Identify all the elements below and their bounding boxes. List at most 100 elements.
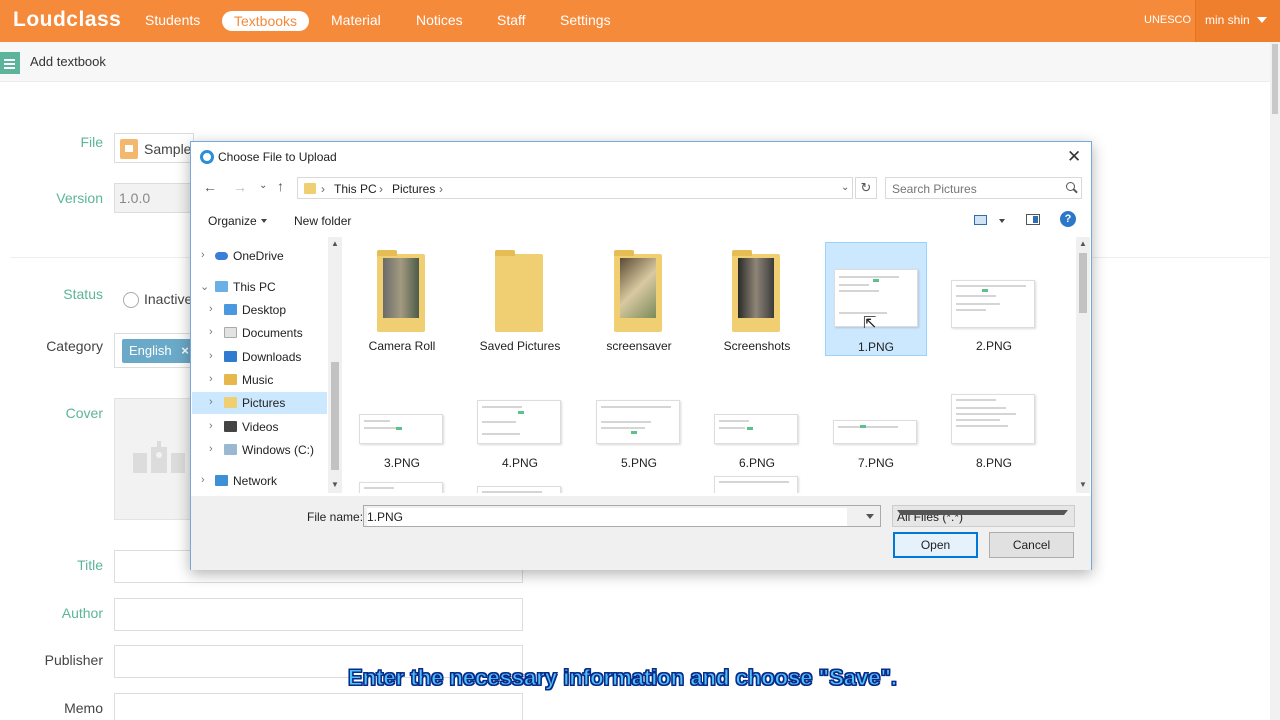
file-name-input[interactable] <box>367 508 847 526</box>
file-name-field[interactable] <box>363 505 881 527</box>
memo-field[interactable] <box>114 693 523 720</box>
nav-label: Documents <box>242 326 303 340</box>
chevron-right-icon[interactable]: › <box>209 396 213 408</box>
file-item[interactable]: 3.PNG <box>351 382 453 493</box>
chevron-right-icon[interactable]: › <box>209 373 213 385</box>
search-input[interactable] <box>892 180 1062 198</box>
refresh-icon[interactable]: ↻ <box>855 177 877 199</box>
path-this-pc[interactable]: This PC <box>334 182 377 196</box>
chevron-right-icon[interactable]: › <box>209 420 213 432</box>
nav-settings[interactable]: Settings <box>560 12 611 28</box>
file-item[interactable]: Camera Roll <box>351 242 453 356</box>
chevron-right-icon[interactable]: › <box>209 350 213 362</box>
file-item[interactable]: Screenshots <box>706 242 808 356</box>
file-list-scrollbar[interactable]: ▲ ▼ <box>1076 237 1090 493</box>
address-bar[interactable]: › This PC › Pictures › ⌄ <box>297 177 853 199</box>
folder-icon <box>614 250 662 332</box>
view-options-icon[interactable] <box>974 215 987 225</box>
file-item[interactable]: 4.PNG <box>469 382 571 493</box>
nav-label: OneDrive <box>233 249 284 263</box>
app-logo[interactable]: Loudclass <box>13 8 121 32</box>
address-dropdown-icon[interactable]: ⌄ <box>841 182 849 193</box>
tag-remove-icon[interactable]: × <box>181 343 189 358</box>
recent-locations-icon[interactable]: ⌄ <box>259 180 267 191</box>
file-item[interactable]: screensaver <box>588 242 690 356</box>
organize-label: Organize <box>208 214 257 228</box>
nav-pane-scrollbar[interactable]: ▲ ▼ <box>328 237 342 493</box>
nav-students[interactable]: Students <box>145 12 200 28</box>
cover-upload-area[interactable] <box>114 398 194 520</box>
file-item[interactable]: Saved Pictures <box>469 242 571 356</box>
file-item[interactable]: 7.PNG <box>825 382 927 493</box>
image-thumbnail <box>951 394 1035 444</box>
nav-material[interactable]: Material <box>331 12 381 28</box>
chevron-down-icon <box>260 219 267 223</box>
nav-onedrive[interactable]: › OneDrive <box>192 245 327 267</box>
file-item[interactable]: ⇱ 1.PNG <box>825 242 927 356</box>
hamburger-line <box>4 63 15 65</box>
up-arrow-icon[interactable]: ↑ <box>277 178 284 194</box>
author-field[interactable] <box>114 598 523 631</box>
menu-toggle-button[interactable] <box>0 52 20 74</box>
chevron-down-icon[interactable] <box>866 514 874 519</box>
nav-label: Music <box>242 373 274 387</box>
nav-label: This PC <box>233 280 276 294</box>
open-button[interactable]: Open <box>893 532 978 558</box>
status-inactive-radio[interactable] <box>123 292 139 308</box>
version-field[interactable]: 1.0.0 <box>114 183 194 213</box>
back-arrow-icon[interactable]: ← <box>203 179 217 195</box>
nav-desktop[interactable]: › Desktop <box>192 299 327 321</box>
file-field[interactable]: Sample <box>114 133 194 163</box>
scroll-thumb[interactable] <box>331 362 339 470</box>
nav-staff[interactable]: Staff <box>497 12 526 28</box>
nav-documents[interactable]: › Documents <box>192 322 327 344</box>
scroll-up-icon[interactable]: ▲ <box>331 239 339 248</box>
image-thumbnail[interactable] <box>714 476 798 493</box>
image-thumbnail[interactable] <box>477 486 561 493</box>
file-type-select[interactable]: All Files (*.*) <box>892 505 1075 527</box>
video-caption: Enter the necessary information and choo… <box>347 665 898 691</box>
nav-notices[interactable]: Notices <box>416 12 463 28</box>
nav-downloads[interactable]: › Downloads <box>192 346 327 368</box>
close-icon[interactable]: ✕ <box>1067 147 1081 167</box>
preview-pane-icon[interactable] <box>1026 214 1040 225</box>
chevron-right-icon[interactable]: › <box>209 303 213 315</box>
nav-textbooks[interactable]: Textbooks <box>222 11 310 31</box>
nav-network[interactable]: › Network <box>192 470 327 492</box>
scroll-thumb[interactable] <box>1079 253 1087 313</box>
user-menu[interactable]: min shin <box>1195 0 1280 42</box>
forward-arrow-icon[interactable]: → <box>233 179 247 195</box>
file-item-label: 8.PNG <box>975 456 1012 470</box>
nav-pictures[interactable]: › Pictures <box>192 392 327 414</box>
nav-windows-c[interactable]: › Windows (C:) <box>192 439 327 461</box>
status-inactive-label: Inactive <box>144 291 193 307</box>
search-box[interactable] <box>885 177 1082 199</box>
nav-videos[interactable]: › Videos <box>192 416 327 438</box>
chevron-right-icon[interactable]: › <box>201 474 205 486</box>
nav-this-pc[interactable]: ⌄ This PC <box>192 276 327 298</box>
category-tag-label: English <box>129 343 172 358</box>
page-scrollbar[interactable] <box>1270 42 1280 720</box>
help-icon[interactable]: ? <box>1060 211 1076 227</box>
scroll-down-icon[interactable]: ▼ <box>331 480 339 489</box>
file-item[interactable]: 2.PNG <box>943 242 1045 356</box>
nav-label: Network <box>233 474 278 488</box>
file-item[interactable]: 8.PNG <box>943 382 1045 493</box>
path-pictures[interactable]: Pictures <box>392 182 435 196</box>
chevron-down-icon <box>897 510 1068 515</box>
label-file: File <box>80 134 103 150</box>
organize-menu[interactable]: Organize <box>208 214 267 228</box>
new-folder-button[interactable]: New folder <box>294 214 351 228</box>
chevron-down-icon[interactable]: ⌄ <box>200 280 209 293</box>
file-item[interactable]: 5.PNG <box>588 382 690 493</box>
chevron-right-icon[interactable]: › <box>201 249 205 261</box>
file-upload-dialog: Choose File to Upload ✕ ← → ⌄ ↑ › This P… <box>190 141 1092 570</box>
scroll-up-icon[interactable]: ▲ <box>1079 239 1087 248</box>
chevron-right-icon[interactable]: › <box>209 443 213 455</box>
cancel-button[interactable]: Cancel <box>989 532 1074 558</box>
chevron-right-icon[interactable]: › <box>209 326 213 338</box>
view-dropdown-icon[interactable] <box>999 219 1005 223</box>
nav-music[interactable]: › Music <box>192 369 327 391</box>
scroll-down-icon[interactable]: ▼ <box>1079 480 1087 489</box>
image-thumbnail[interactable] <box>359 482 443 493</box>
